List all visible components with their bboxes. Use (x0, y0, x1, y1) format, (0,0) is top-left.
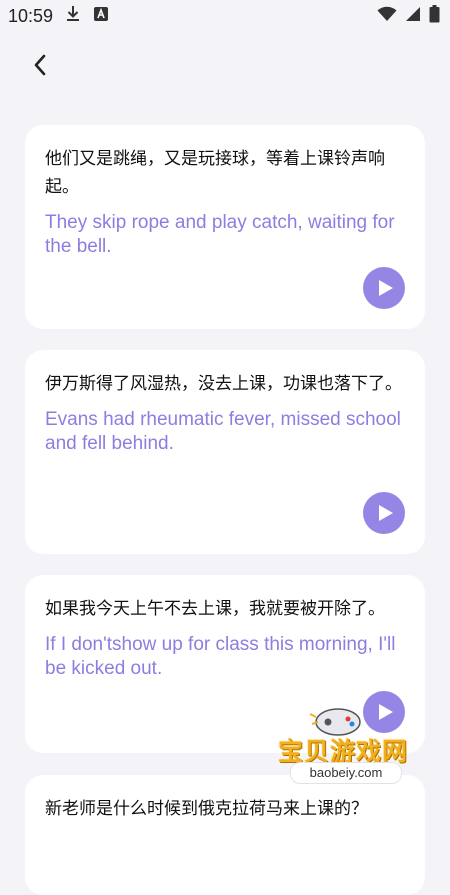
battery-icon (429, 4, 440, 28)
chinese-sentence: 伊万斯得了风湿热，没去上课，功课也落下了。 (45, 374, 402, 394)
play-icon (378, 505, 393, 521)
chevron-left-icon (34, 54, 46, 76)
wifi-icon (377, 6, 397, 27)
english-translation: They skip rope and play catch, waiting f… (45, 212, 395, 257)
cell-signal-icon (405, 6, 421, 27)
english-translation: Evans had rheumatic fever, missed school… (45, 409, 401, 454)
chinese-sentence: 新老师是什么时候到俄克拉荷马来上课的？ (45, 799, 368, 819)
status-bar: 10:59 (0, 0, 450, 32)
english-translation: If I don'tshow up for class this morning… (45, 634, 396, 679)
play-audio-button[interactable] (363, 267, 405, 309)
sentence-card: 伊万斯得了风湿热，没去上课，功课也落下了。 Evans had rheumati… (25, 350, 425, 554)
chinese-sentence: 如果我今天上午不去上课，我就要被开除了。 (45, 599, 385, 619)
watermark-url: baobeiy.com (290, 762, 402, 784)
back-button[interactable] (26, 50, 54, 80)
play-audio-button[interactable] (363, 492, 405, 534)
download-icon (65, 5, 81, 28)
sentence-card: 他们又是跳绳，又是玩接球，等着上课铃声响起。 They skip rope an… (25, 125, 425, 329)
play-icon (378, 280, 393, 296)
chinese-sentence: 他们又是跳绳，又是玩接球，等着上课铃声响起。 (45, 149, 385, 197)
status-time: 10:59 (8, 5, 54, 26)
sentence-card: 新老师是什么时候到俄克拉荷马来上课的？ (25, 775, 425, 895)
watermark-logo: 宝贝游戏网 baobeiy.com (268, 700, 428, 792)
app-notification-icon (93, 6, 109, 27)
